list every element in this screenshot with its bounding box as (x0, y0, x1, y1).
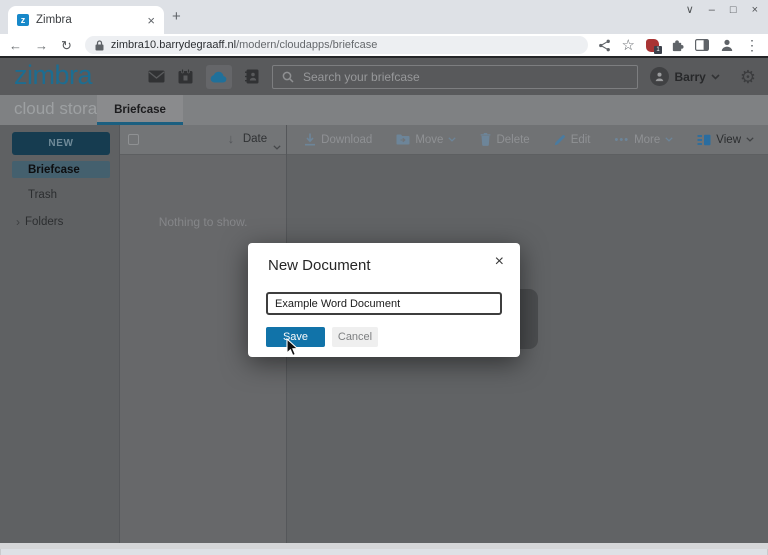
tab-briefcase[interactable]: Briefcase (97, 95, 183, 125)
zimbra-header: zimbra (0, 58, 768, 95)
calendar-icon[interactable] (178, 69, 193, 84)
download-label: Download (321, 134, 372, 146)
tab-close-icon[interactable]: × (147, 14, 155, 27)
new-tab-button[interactable]: + (172, 8, 181, 25)
side-panel-icon[interactable] (695, 39, 709, 51)
sort-chevron-down-icon[interactable] (273, 137, 281, 155)
edit-label: Edit (571, 134, 591, 146)
document-name-input[interactable] (266, 292, 502, 315)
extension-badge-count: 1 (654, 46, 662, 54)
view-button[interactable]: View (697, 134, 754, 146)
window-maximize-button[interactable]: □ (730, 4, 737, 16)
view-chevron-down-icon (746, 137, 754, 142)
edit-button[interactable]: Edit (554, 134, 591, 146)
window-minimize-button[interactable]: – (709, 4, 715, 16)
move-chevron-down-icon (448, 137, 456, 142)
forward-button[interactable]: → (35, 39, 48, 52)
sidebar-item-folders-label: Folders (25, 216, 63, 228)
settings-gear-icon[interactable]: ⚙ (740, 68, 756, 86)
bookmark-star-icon[interactable]: ☆ (622, 38, 635, 53)
dialog-title: New Document (268, 257, 371, 274)
dialog-close-icon[interactable]: × (495, 254, 504, 270)
cloud-icon (210, 71, 228, 83)
browser-window: z Zimbra × + ∨ – □ × ← → ↻ zimbra10.barr… (0, 0, 768, 555)
search-icon (282, 71, 294, 83)
folders-expand-chevron-icon[interactable]: › (16, 215, 20, 229)
sort-by-button[interactable]: Date (243, 133, 267, 145)
refresh-button[interactable]: ↻ (61, 39, 72, 52)
search-box[interactable] (272, 65, 638, 89)
more-button[interactable]: ••• More (615, 134, 674, 146)
select-all-checkbox[interactable] (128, 134, 139, 145)
view-layout-icon (697, 134, 711, 146)
zimbra-favicon: z (17, 14, 29, 26)
avatar-person-icon (654, 71, 665, 82)
tab-briefcase-label: Briefcase (114, 104, 166, 116)
delete-button[interactable]: Delete (480, 133, 529, 146)
app-tab-row: cloud storage Briefcase (0, 95, 768, 125)
more-dots-icon: ••• (615, 134, 630, 146)
user-name[interactable]: Barry (675, 70, 706, 84)
browser-tabstrip: z Zimbra × + ∨ – □ × (0, 0, 768, 34)
share-icon[interactable] (598, 39, 611, 52)
browser-tab-zimbra[interactable]: z Zimbra × (8, 6, 164, 34)
move-folder-icon (396, 134, 410, 145)
delete-label: Delete (496, 134, 529, 146)
user-menu-chevron-down-icon[interactable] (711, 74, 720, 80)
profile-avatar-icon[interactable] (720, 38, 734, 52)
zimbra-logo: zimbra (14, 60, 92, 91)
browser-tab-title: Zimbra (36, 14, 72, 26)
more-chevron-down-icon (665, 137, 673, 142)
address-bar[interactable]: zimbra10.barrydegraaff.nl/modern/cloudap… (85, 36, 588, 54)
list-toolbar: ↓ Date (120, 125, 286, 155)
download-button[interactable]: Download (304, 133, 372, 146)
sidebar-item-briefcase[interactable]: Briefcase (12, 161, 110, 178)
browser-toolbar: ← → ↻ zimbra10.barrydegraaff.nl/modern/c… (0, 34, 768, 56)
url-path: /modern/cloudapps/briefcase (236, 39, 377, 51)
extensions-puzzle-icon[interactable] (671, 39, 684, 52)
sort-direction-icon[interactable]: ↓ (228, 131, 235, 146)
user-avatar[interactable] (650, 67, 669, 86)
briefcase-app-active-tab[interactable] (206, 65, 232, 89)
contacts-icon[interactable] (245, 69, 260, 84)
back-button[interactable]: ← (9, 39, 22, 52)
cancel-button[interactable]: Cancel (332, 327, 378, 347)
new-button[interactable]: NEW (12, 132, 110, 155)
window-bottom-edge (0, 543, 768, 549)
window-close-button[interactable]: × (752, 4, 758, 16)
sidebar: NEW Briefcase Trash › Folders (0, 125, 120, 549)
download-icon (304, 133, 316, 146)
sidebar-item-trash[interactable]: Trash (0, 185, 119, 205)
window-chevron-icon[interactable]: ∨ (686, 3, 694, 16)
move-button[interactable]: Move (396, 134, 456, 146)
delete-trash-icon (480, 133, 491, 146)
edit-pencil-icon (554, 134, 566, 146)
lock-icon (95, 40, 104, 51)
view-label: View (716, 134, 741, 146)
search-input[interactable] (303, 70, 628, 84)
mouse-cursor (286, 338, 299, 362)
move-label: Move (415, 134, 443, 146)
mail-icon[interactable] (148, 70, 165, 83)
sidebar-item-folders[interactable]: › Folders (0, 212, 119, 232)
empty-list-message: Nothing to show. (120, 215, 286, 229)
extension-zimbra-icon[interactable]: 1 (646, 38, 660, 52)
kebab-menu-icon[interactable]: ⋮ (745, 38, 759, 52)
url-domain: zimbra10.barrydegraaff.nl (111, 39, 236, 51)
more-label: More (634, 134, 660, 146)
actions-toolbar: Download Move (287, 125, 768, 155)
